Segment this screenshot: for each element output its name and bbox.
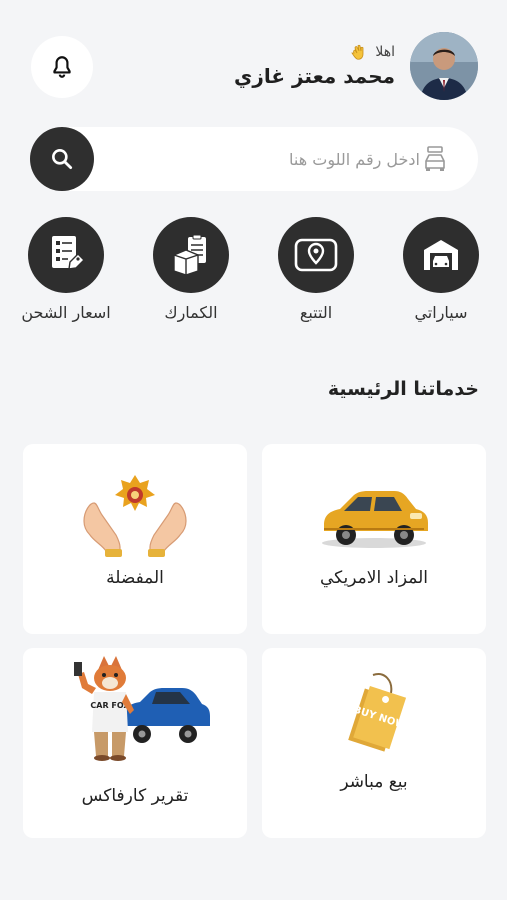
service-card-carfax-report[interactable]: CAR FOX تقرير كارفاكس bbox=[23, 648, 247, 838]
service-label: المزاد الامريكي bbox=[319, 568, 428, 588]
buy-now-tag-illustration: BUY NOW bbox=[262, 662, 486, 772]
search-icon bbox=[52, 149, 73, 170]
shipping-rates-icon bbox=[28, 217, 104, 293]
service-card-favorites[interactable]: المفضلة bbox=[23, 444, 247, 634]
quick-action-label: الكمارك bbox=[164, 303, 218, 322]
greeting-text: اهلا bbox=[375, 44, 395, 60]
quick-action-my-cars[interactable]: سياراتي bbox=[391, 217, 491, 323]
car-front-icon bbox=[425, 146, 445, 171]
avatar[interactable] bbox=[410, 32, 478, 100]
avatar-photo bbox=[410, 32, 478, 100]
service-label: المفضلة bbox=[106, 568, 164, 588]
main-services-title: خدماتنا الرئيسية bbox=[327, 378, 479, 400]
customs-clipboard-icon bbox=[153, 217, 229, 293]
hands-star-illustration bbox=[23, 458, 247, 568]
bell-icon bbox=[53, 56, 71, 78]
user-name: محمد معتز غازي bbox=[234, 64, 395, 88]
service-label: تقرير كارفاكس bbox=[81, 786, 189, 806]
lot-number-input[interactable] bbox=[110, 141, 420, 177]
greeting-line: اهلا bbox=[234, 42, 395, 62]
bottom-spacer bbox=[0, 860, 507, 900]
user-greeting: اهلا محمد معتز غازي bbox=[234, 42, 395, 88]
app-screen: اهلا محمد معتز غازي ادخل رقم اللوت هنا س… bbox=[0, 0, 507, 900]
lot-search-bar bbox=[30, 127, 478, 191]
service-card-us-auction[interactable]: المزاد الامريكي bbox=[262, 444, 486, 634]
service-label: بيع مباشر bbox=[340, 772, 408, 792]
service-card-direct-sale[interactable]: BUY NOW بيع مباشر bbox=[262, 648, 486, 838]
quick-action-label: التتبع bbox=[299, 303, 333, 322]
car-illustration bbox=[262, 458, 486, 568]
quick-action-tracking[interactable]: التتبع bbox=[266, 217, 366, 323]
search-button[interactable] bbox=[30, 127, 94, 191]
quick-action-shipping-rates[interactable]: اسعار الشحن bbox=[16, 217, 116, 323]
carfax-mascot-illustration: CAR FOX bbox=[23, 650, 247, 768]
tracking-map-icon bbox=[278, 217, 354, 293]
wave-hand-icon bbox=[351, 44, 364, 60]
quick-action-label: سياراتي bbox=[414, 303, 468, 322]
quick-action-customs[interactable]: الكمارك bbox=[141, 217, 241, 323]
quick-action-label: اسعار الشحن bbox=[21, 303, 111, 322]
notification-button[interactable] bbox=[31, 36, 93, 98]
garage-icon bbox=[403, 217, 479, 293]
